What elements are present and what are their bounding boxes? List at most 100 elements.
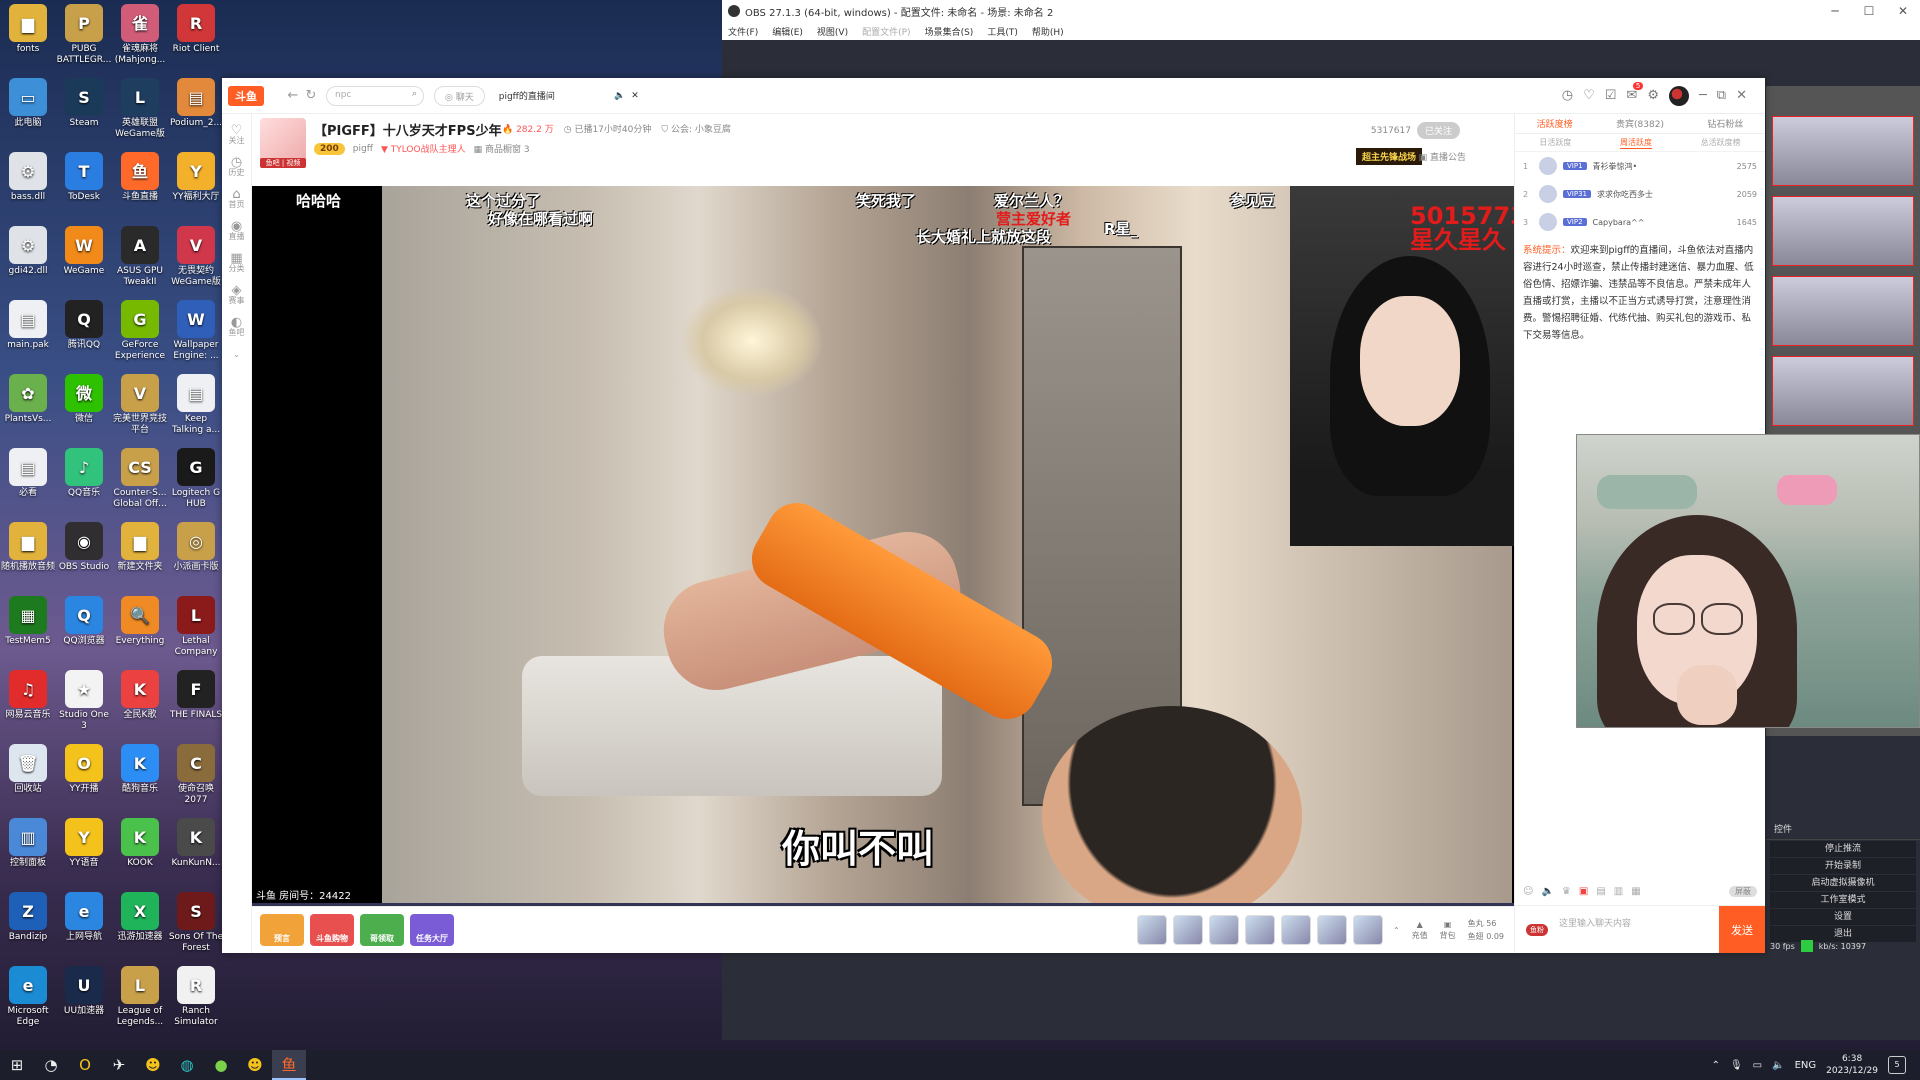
desktop-icon[interactable]: V 无畏契约WeGame版 xyxy=(168,226,224,288)
chevron-up-icon[interactable]: ⌃ xyxy=(1712,1060,1720,1071)
close-icon[interactable]: ✕ xyxy=(1886,4,1920,18)
desktop-icon[interactable]: S Steam xyxy=(56,78,112,129)
rank-row[interactable]: 3 VIP2 Capybara^^ 1645 xyxy=(1515,208,1765,236)
menu-view[interactable]: 视图(V) xyxy=(817,25,848,38)
activity-prediction[interactable]: 预言 xyxy=(260,914,304,946)
subtab-weekly[interactable]: 周活跃度 xyxy=(1619,137,1652,149)
chevron-down-icon[interactable]: ⌄ xyxy=(222,350,251,360)
desktop-icon[interactable]: K KunKunN... xyxy=(168,818,224,869)
desktop-icon[interactable]: G GeForce Experience xyxy=(112,300,168,362)
desktop-icon[interactable]: ⚙ gdi42.dll xyxy=(0,226,56,277)
shop-window[interactable]: ▦ 商品橱窗 3 xyxy=(474,142,530,155)
desktop-icon[interactable]: 🔍 Everything xyxy=(112,596,168,647)
video-player[interactable]: 哈哈哈 这个过分了 好像在哪看过啊 笑死我了 爱尔兰人？ 营主爱好者 长大婚礼上… xyxy=(252,186,1514,906)
desktop-icon[interactable]: ◉ OBS Studio xyxy=(56,522,112,573)
sidebar-item-follow[interactable]: ♡ 关注 xyxy=(222,124,251,146)
virtual-cam-button[interactable]: 启动虚拟摄像机 xyxy=(1770,875,1916,891)
history-icon[interactable]: ◷ xyxy=(1562,88,1573,103)
rank-row[interactable]: 2 VIP31 求求你吃西多士 2059 xyxy=(1515,180,1765,208)
desktop-icon[interactable]: K 酷狗音乐 xyxy=(112,744,168,795)
minimize-icon[interactable]: ─ xyxy=(1699,88,1707,103)
desktop-icon[interactable]: e Microsoft Edge xyxy=(0,966,56,1028)
settings-button[interactable]: 设置 xyxy=(1770,909,1916,925)
user-avatar[interactable] xyxy=(1668,85,1689,106)
emoji-icon[interactable]: ☺ xyxy=(1523,886,1533,897)
gift-item[interactable] xyxy=(1136,915,1167,945)
menu-file[interactable]: 文件(F) xyxy=(728,25,758,38)
activity-shopping[interactable]: 斗鱼购物 xyxy=(310,914,354,946)
subtab-daily[interactable]: 日活跃度 xyxy=(1539,137,1571,148)
desktop-icon[interactable]: CS Counter-S... Global Off... xyxy=(112,448,168,510)
chevron-up-icon[interactable]: ⌃ xyxy=(1393,926,1400,935)
desktop-icon[interactable]: R Ranch Simulator xyxy=(168,966,224,1028)
desktop-icon[interactable]: ▤ 必看 xyxy=(0,448,56,499)
desktop-icon[interactable]: ▤ Keep Talking a... xyxy=(168,374,224,436)
desktop-icon[interactable]: Z Bandizip xyxy=(0,892,56,943)
desktop-icon[interactable]: G Logitech G HUB xyxy=(168,448,224,510)
desktop-icon[interactable]: X 迅游加速器 xyxy=(112,892,168,943)
desktop-icon[interactable]: ★ Studio One 3 xyxy=(56,670,112,732)
desktop-icon[interactable]: 微微信 xyxy=(56,374,112,425)
desktop-icon[interactable]: 雀雀魂麻将(Mahjong... xyxy=(112,4,168,66)
anchor-avatar[interactable]: 鱼吧 | 视频 xyxy=(260,118,306,168)
gift-item[interactable] xyxy=(1352,915,1383,945)
desktop-icon[interactable]: Y YY语音 xyxy=(56,818,112,869)
search-icon[interactable]: ⌕ xyxy=(412,89,417,99)
mute-icon[interactable]: 🔈 xyxy=(614,91,625,101)
volume-icon[interactable]: 🔈 xyxy=(1541,886,1553,897)
announcement-link[interactable]: ▣ 直播公告 xyxy=(1419,150,1466,163)
desktop-icon[interactable]: L Lethal Company xyxy=(168,596,224,658)
start-record-button[interactable]: 开始录制 xyxy=(1770,858,1916,874)
list-icon[interactable]: ▦ xyxy=(1631,886,1640,897)
notification-icon[interactable]: 5 xyxy=(1888,1056,1906,1074)
chat-pill-button[interactable]: ◎ 聊天 xyxy=(434,85,485,106)
desktop-icon[interactable]: K KOOK xyxy=(112,818,168,869)
mic-icon[interactable]: 🎙 xyxy=(1730,1060,1743,1071)
desktop-icon[interactable]: e 上网导航 xyxy=(56,892,112,943)
network-icon[interactable]: ▭ xyxy=(1753,1060,1762,1071)
sidebar-item-category[interactable]: ▦ 分类 xyxy=(222,252,251,274)
gift-icon[interactable]: ▣ xyxy=(1579,886,1588,897)
desktop-icon[interactable]: ♫ 网易云音乐 xyxy=(0,670,56,721)
menu-help[interactable]: 帮助(H) xyxy=(1032,25,1064,38)
gift-item[interactable] xyxy=(1280,915,1311,945)
taskbar-app-icon[interactable]: ◍ xyxy=(170,1050,204,1080)
desktop-icon[interactable]: Q QQ浏览器 xyxy=(56,596,112,647)
desktop-icon[interactable]: ✿ PlantsVs... xyxy=(0,374,56,425)
gift-item[interactable] xyxy=(1172,915,1203,945)
desktop-icon[interactable]: O YY开播 xyxy=(56,744,112,795)
taskbar-app-icon[interactable]: ● xyxy=(204,1050,238,1080)
desktop-icon[interactable]: ▆ fonts xyxy=(0,4,56,55)
sidebar-item-match[interactable]: ◈ 赛事 xyxy=(222,284,251,306)
follow-button[interactable]: 已关注 xyxy=(1416,122,1460,139)
desktop-icon[interactable]: P PUBG BATTLEGR... xyxy=(56,4,112,66)
gear-icon[interactable]: ⚙ xyxy=(1647,88,1659,103)
taskbar-app-icon[interactable]: ◔ xyxy=(34,1050,68,1080)
miniplayer-icon[interactable]: ⧉ xyxy=(1717,88,1726,103)
desktop-icon[interactable]: A ASUS GPU TweakII xyxy=(112,226,168,288)
sidebar-item-live[interactable]: ◉ 直播 xyxy=(222,220,251,242)
gift-item[interactable] xyxy=(1244,915,1275,945)
desktop-icon[interactable]: ▆ 随机播放音频 xyxy=(0,522,56,573)
speaker-icon[interactable]: 🔈 xyxy=(1772,1060,1784,1071)
taskbar-douyu-icon[interactable]: 鱼 xyxy=(272,1050,306,1080)
fans-icon[interactable]: ▥ xyxy=(1614,886,1623,897)
close-icon[interactable]: ✕ xyxy=(1736,88,1747,103)
desktop-icon[interactable]: ▥ 控制面板 xyxy=(0,818,56,869)
guild-info[interactable]: ⛉ 公会: 小象豆腐 xyxy=(661,122,731,135)
start-icon[interactable]: ⊞ xyxy=(0,1050,34,1080)
desktop-icon[interactable]: ▭ 此电脑 xyxy=(0,78,56,129)
desktop-icon[interactable]: T ToDesk xyxy=(56,152,112,203)
block-toggle[interactable]: 屏蔽 xyxy=(1729,885,1757,897)
desktop-icon[interactable]: ▆ 新建文件夹 xyxy=(112,522,168,573)
desktop-icon[interactable]: Q 腾讯QQ xyxy=(56,300,112,351)
desktop-icon[interactable]: 鱼斗鱼直播 xyxy=(112,152,168,203)
tab-diamond-fans[interactable]: 钻石粉丝 xyxy=(1707,117,1743,130)
input-lang[interactable]: ENG xyxy=(1795,1060,1817,1071)
menu-scene-collection[interactable]: 场景集合(S) xyxy=(925,25,974,38)
taskbar-app-icon[interactable]: O xyxy=(68,1050,102,1080)
recharge-button[interactable]: ▲ 充值 xyxy=(1412,919,1428,941)
fan-badge-selector[interactable]: 鱼粉 xyxy=(1515,906,1559,953)
desktop-icon[interactable]: L League of Legends... xyxy=(112,966,168,1028)
taskbar-app-icon[interactable]: ☻ xyxy=(136,1050,170,1080)
